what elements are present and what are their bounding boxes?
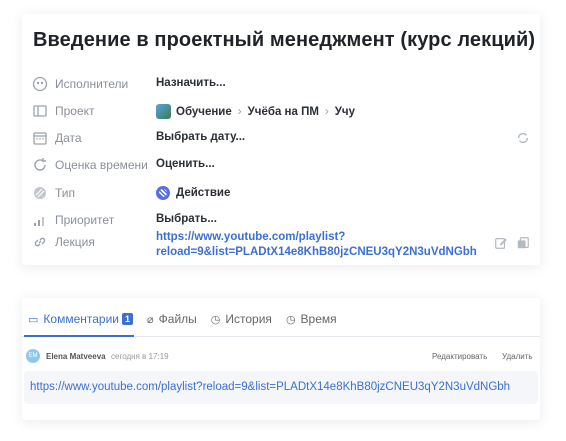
edit-icon[interactable] xyxy=(494,236,508,250)
lecture-link-line2[interactable]: reload=9&list=PLADtX14e8KhB80jzCNEU3qY2N… xyxy=(156,245,477,260)
comment-link[interactable]: https://www.youtube.com/playlist?reload=… xyxy=(30,381,510,393)
breadcrumb-item[interactable]: Обучение xyxy=(176,106,232,118)
estimate-label: Оценка времени xyxy=(55,158,148,172)
field-estimate[interactable]: Оценка времени Оценить... xyxy=(22,154,540,176)
type-label: Тип xyxy=(55,186,76,200)
link-icon xyxy=(34,237,46,247)
action-type-icon xyxy=(156,186,170,200)
refresh-icon xyxy=(34,158,46,171)
tab-comments[interactable]: ▭ Комментарии 1 xyxy=(28,312,134,326)
calendar-icon xyxy=(33,132,47,145)
priority-value[interactable]: Выбрать... xyxy=(156,213,217,225)
type-icon xyxy=(34,187,46,199)
active-tab-indicator xyxy=(24,335,134,337)
estimate-value[interactable]: Оценить... xyxy=(156,158,215,170)
type-value-text: Действие xyxy=(176,187,231,199)
assignees-label: Исполнители xyxy=(55,77,129,91)
copy-icon[interactable] xyxy=(516,236,530,250)
lecture-label: Лекция xyxy=(55,235,95,249)
project-label: Проект xyxy=(55,104,95,118)
avatar[interactable]: EM xyxy=(26,349,40,363)
tab-label: Комментарии xyxy=(43,312,119,326)
type-value[interactable]: Действие xyxy=(156,186,230,200)
comment-body: https://www.youtube.com/playlist?reload=… xyxy=(24,371,538,404)
chevron-right-icon: › xyxy=(237,105,242,118)
tab-label: История xyxy=(225,312,272,326)
date-value[interactable]: Выбрать дату... xyxy=(156,131,245,143)
tab-history[interactable]: ◷ История xyxy=(211,312,272,326)
tab-time[interactable]: ◷ Время xyxy=(286,312,337,326)
comment-time: сегодня в 17:19 xyxy=(111,352,169,361)
repeat-icon[interactable] xyxy=(516,131,530,145)
tab-label: Файлы xyxy=(158,312,197,326)
signal-icon xyxy=(34,217,44,226)
edit-comment-button[interactable]: Редактировать xyxy=(432,352,487,361)
tab-label: Время xyxy=(300,312,337,326)
project-logo-icon xyxy=(156,104,171,119)
lecture-link[interactable]: https://www.youtube.com/playlist? reload… xyxy=(156,230,477,260)
assignees-value[interactable]: Назначить... xyxy=(156,77,226,89)
priority-label: Приоритет xyxy=(55,213,115,227)
comment-count-badge: 1 xyxy=(122,313,134,325)
comment-author[interactable]: Elena Matveeva xyxy=(46,352,106,361)
clock-icon: ◷ xyxy=(210,313,221,326)
paperclip-icon: ⌀ xyxy=(147,313,154,326)
comment-icon: ▭ xyxy=(28,313,39,326)
comments-panel: ▭ Комментарии 1 ⌀ Файлы ◷ История ◷ Врем… xyxy=(22,298,540,420)
field-project[interactable]: Проект Обучение › Учёба на ПМ › Учу xyxy=(22,100,540,122)
people-icon xyxy=(32,76,48,92)
breadcrumb-item[interactable]: Учёба на ПМ xyxy=(248,106,319,118)
field-assignees[interactable]: Исполнители Назначить... xyxy=(22,73,540,95)
field-date[interactable]: Дата Выбрать дату... xyxy=(22,127,540,149)
tab-files[interactable]: ⌀ Файлы xyxy=(147,312,197,326)
date-label: Дата xyxy=(55,131,82,145)
stopwatch-icon: ◷ xyxy=(285,313,296,326)
breadcrumb-item[interactable]: Учу xyxy=(335,106,355,118)
chevron-right-icon: › xyxy=(324,105,329,118)
task-card: Введение в проектный менеджмент (курс ле… xyxy=(22,14,540,265)
comment-header: EM Elena Matveeva сегодня в 17:19 Редакт… xyxy=(26,349,536,363)
project-icon xyxy=(33,105,47,117)
lecture-link-line1[interactable]: https://www.youtube.com/playlist? xyxy=(156,230,476,245)
task-title[interactable]: Введение в проектный менеджмент (курс ле… xyxy=(33,29,535,52)
project-breadcrumb[interactable]: Обучение › Учёба на ПМ › Учу xyxy=(156,104,355,119)
field-type[interactable]: Тип Действие xyxy=(22,182,540,204)
delete-comment-button[interactable]: Удалить xyxy=(502,352,533,361)
tab-bar: ▭ Комментарии 1 ⌀ Файлы ◷ История ◷ Врем… xyxy=(28,312,351,326)
